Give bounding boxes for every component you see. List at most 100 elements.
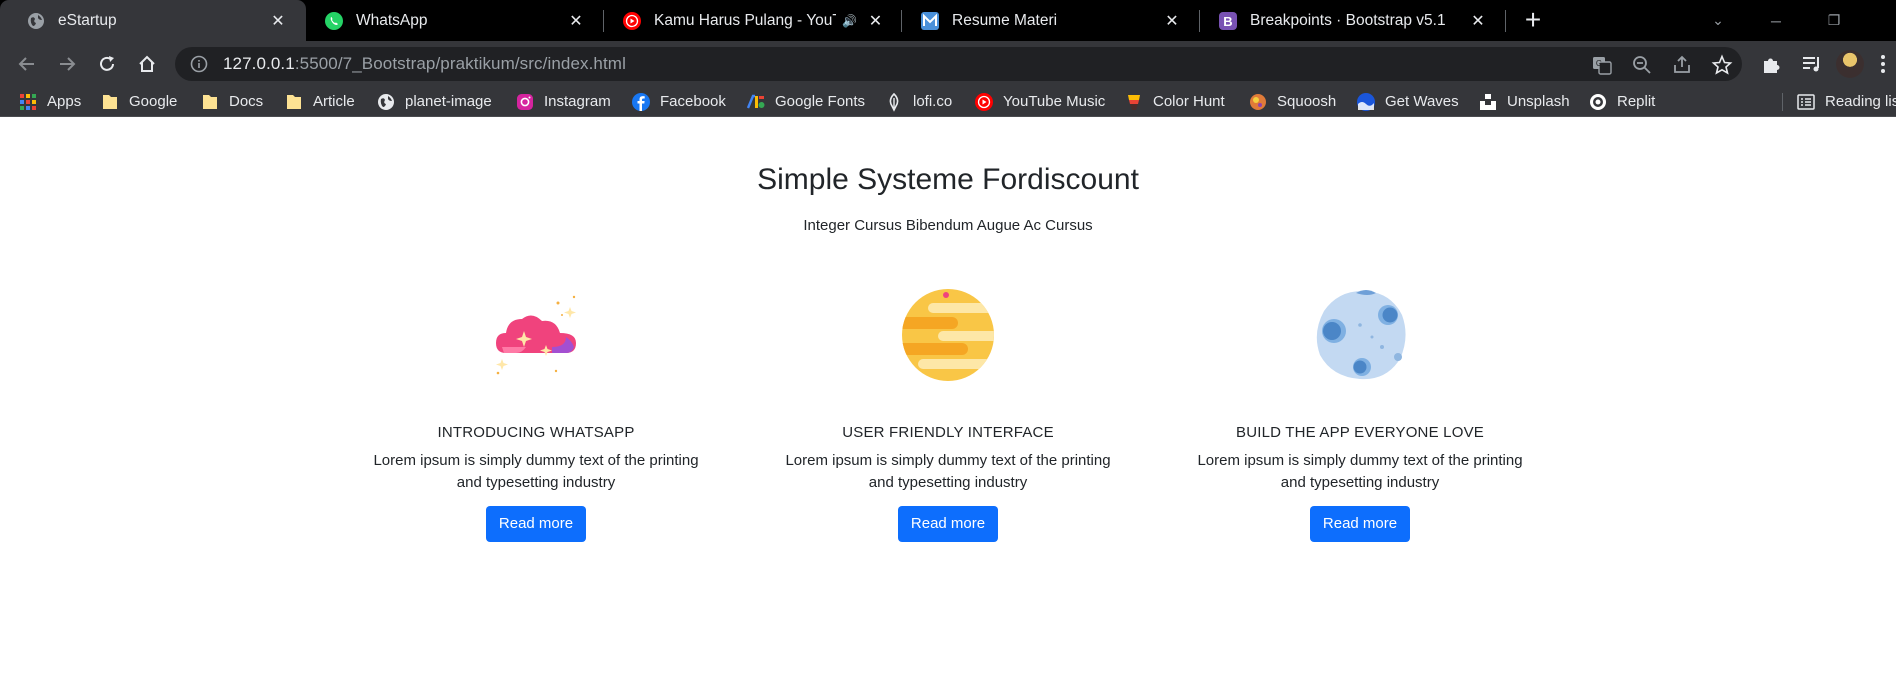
folder-icon xyxy=(203,94,217,109)
whatsapp-icon xyxy=(325,11,343,30)
bookmark-get-waves[interactable]: Get Waves xyxy=(1356,87,1459,116)
bookmark-label: Facebook xyxy=(660,93,726,110)
tab-title: Resume Materi xyxy=(952,11,1058,29)
bookmark-label: Docs xyxy=(229,93,264,110)
more-menu-icon[interactable] xyxy=(1880,53,1886,75)
tab-search-icon[interactable]: ⌄ xyxy=(1690,0,1746,41)
read-more-button[interactable]: Read more xyxy=(485,506,587,542)
bookmark-unsplash[interactable]: Unsplash xyxy=(1478,87,1570,116)
bootstrap-icon: B xyxy=(1219,11,1237,30)
blue-moon-icon xyxy=(1316,290,1406,380)
zoom-icon[interactable] xyxy=(1631,54,1653,76)
bookmark-label: Google Fonts xyxy=(775,93,866,110)
new-tab-button[interactable]: + xyxy=(1518,6,1548,36)
url-host: 127.0.0.1 xyxy=(223,54,295,73)
address-bar[interactable]: 127.0.0.1:5500/7_Bootstrap/praktikum/src… xyxy=(175,47,1742,81)
tab-resume-materi[interactable]: Resume Materi ✕ xyxy=(902,0,1200,41)
bookmark-label: lofi.co xyxy=(913,93,953,110)
feature-text: Lorem ipsum is simply dummy text of the … xyxy=(373,452,699,491)
instagram-icon xyxy=(517,93,533,110)
close-tab-icon[interactable]: ✕ xyxy=(1162,11,1182,31)
back-button[interactable] xyxy=(12,49,42,79)
bookmark-label: Color Hunt xyxy=(1153,93,1225,110)
extensions-icon[interactable] xyxy=(1760,52,1784,76)
forward-button[interactable] xyxy=(52,49,82,79)
folder-icon xyxy=(287,94,301,109)
youtube-music-icon xyxy=(975,92,993,111)
translate-icon[interactable]: G xyxy=(1591,54,1613,76)
bookmark-color-hunt[interactable]: Color Hunt xyxy=(1124,87,1225,116)
bookmark-instagram[interactable]: Instagram xyxy=(515,87,611,116)
tab-bootstrap[interactable]: B Breakpoints · Bootstrap v5.1 ✕ xyxy=(1200,0,1506,41)
feature-title: USER FRIENDLY INTERFACE xyxy=(842,424,1054,441)
bookmark-planet-image[interactable]: planet-image xyxy=(376,87,492,116)
svg-text:G: G xyxy=(1596,59,1602,68)
apps-grid-icon xyxy=(20,93,36,110)
share-icon[interactable] xyxy=(1671,54,1693,76)
globe-icon xyxy=(378,93,394,110)
bookmarks-bar: Apps Google Docs Article planet-image In… xyxy=(0,87,1896,117)
arrow-left-icon xyxy=(18,57,34,71)
info-icon[interactable] xyxy=(189,54,209,74)
squoosh-icon xyxy=(1250,93,1266,110)
bookmark-label: Get Waves xyxy=(1385,93,1459,110)
yellow-planet-icon xyxy=(902,289,994,381)
bookmark-lofi[interactable]: lofi.co xyxy=(884,87,952,116)
bookmark-label: Google xyxy=(129,93,178,110)
media-control-icon[interactable] xyxy=(1800,52,1824,76)
minimize-icon[interactable]: ─ xyxy=(1748,0,1804,41)
close-tab-icon[interactable]: ✕ xyxy=(566,11,586,31)
page-content: Simple Systeme Fordiscount Integer Cursu… xyxy=(0,117,1896,675)
m-app-icon xyxy=(921,11,939,30)
home-icon xyxy=(139,55,155,72)
bookmark-docs[interactable]: Docs xyxy=(200,87,263,116)
hero-subtitle: Integer Cursus Bibendum Augue Ac Cursus xyxy=(803,217,1093,234)
pink-cloud-icon xyxy=(496,295,576,375)
bookmark-article[interactable]: Article xyxy=(284,87,355,116)
bookmark-label: Squoosh xyxy=(1277,93,1337,110)
tab-estartup[interactable]: eStartup ✕ xyxy=(0,0,306,41)
bookmark-replit[interactable]: Replit xyxy=(1588,87,1655,116)
bookmark-label: planet-image xyxy=(405,93,492,110)
bookmark-google-fonts[interactable]: Google Fonts xyxy=(746,87,865,116)
tab-whatsapp[interactable]: WhatsApp ✕ xyxy=(306,0,604,41)
get-waves-icon xyxy=(1357,92,1375,111)
tab-title: Kamu Harus Pulang - YouTube xyxy=(654,11,836,29)
url-text: 127.0.0.1:5500/7_Bootstrap/praktikum/src… xyxy=(223,54,626,74)
bookmark-youtube-music[interactable]: YouTube Music xyxy=(974,87,1105,116)
replit-icon xyxy=(1590,93,1606,110)
close-tab-icon[interactable]: ✕ xyxy=(268,11,288,31)
feature-title: BUILD THE APP EVERYONE LOVE xyxy=(1235,424,1484,441)
tab-title: Breakpoints · Bootstrap v5.1 xyxy=(1250,11,1446,29)
bookmark-squoosh[interactable]: Squoosh xyxy=(1248,87,1336,116)
bookmark-google[interactable]: Google xyxy=(100,87,177,116)
read-more-button[interactable]: Read more xyxy=(1309,506,1411,542)
tab-youtube[interactable]: Kamu Harus Pulang - YouTube 🔊 ✕ xyxy=(604,0,902,41)
bookmark-label: Unsplash xyxy=(1507,93,1570,110)
feature-card: BUILD THE APP EVERYONE LOVE Lorem ipsum … xyxy=(1170,285,1550,542)
bookmark-label: Article xyxy=(313,93,355,110)
bookmarks-separator xyxy=(1782,93,1783,111)
bookmark-star-icon[interactable] xyxy=(1711,54,1733,76)
bookmark-facebook[interactable]: Facebook xyxy=(631,87,726,116)
bookmark-label: Apps xyxy=(47,93,82,110)
restore-icon[interactable]: ❐ xyxy=(1806,0,1862,41)
tab-title: WhatsApp xyxy=(356,11,428,29)
lofi-icon xyxy=(889,92,899,112)
read-more-button[interactable]: Read more xyxy=(897,506,999,542)
close-tab-icon[interactable]: ✕ xyxy=(1468,11,1488,31)
tab-title: eStartup xyxy=(58,11,117,29)
feature-text: Lorem ipsum is simply dummy text of the … xyxy=(1197,452,1523,491)
reload-icon xyxy=(100,56,114,71)
close-tab-icon[interactable]: ✕ xyxy=(867,11,884,31)
facebook-icon xyxy=(632,92,650,111)
bookmark-label: Replit xyxy=(1617,93,1656,110)
bookmark-apps[interactable]: Apps xyxy=(18,87,81,116)
reload-button[interactable] xyxy=(92,49,122,79)
audio-playing-icon[interactable]: 🔊 xyxy=(842,14,857,28)
profile-avatar[interactable] xyxy=(1836,50,1864,78)
folder-icon xyxy=(103,94,117,109)
home-button[interactable] xyxy=(132,49,162,79)
feature-card: USER FRIENDLY INTERFACE Lorem ipsum is s… xyxy=(758,285,1138,542)
reading-list-button[interactable]: Reading list xyxy=(1796,87,1896,116)
